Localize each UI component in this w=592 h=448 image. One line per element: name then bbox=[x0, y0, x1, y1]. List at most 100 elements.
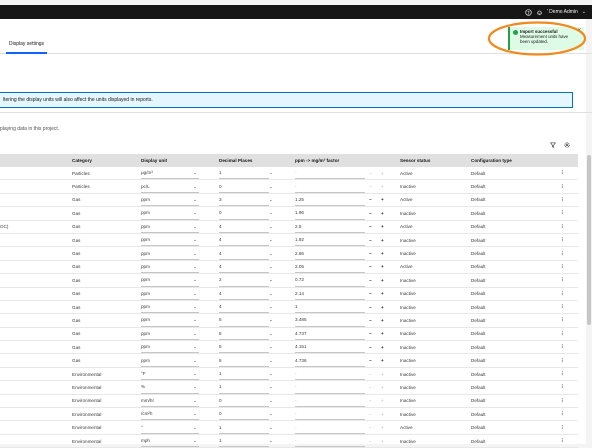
plus-icon[interactable]: + bbox=[381, 341, 385, 353]
overflow-menu-icon[interactable]: ⋮ bbox=[560, 395, 566, 407]
chevron-down-icon[interactable]: ⌄ bbox=[269, 234, 275, 246]
chevron-down-icon[interactable]: ⌄ bbox=[193, 180, 199, 192]
minus-icon[interactable]: − bbox=[369, 314, 373, 326]
factor-input[interactable]: - bbox=[295, 408, 365, 421]
header-display-unit[interactable]: Display unit bbox=[141, 154, 199, 167]
decimal-places-dropdown[interactable]: 3 bbox=[219, 194, 269, 207]
decimal-places-dropdown[interactable]: 5 bbox=[219, 314, 269, 327]
factor-input[interactable]: 2.86 bbox=[295, 247, 365, 260]
minus-icon[interactable]: − bbox=[369, 341, 373, 353]
chevron-down-icon[interactable]: ⌄ bbox=[193, 395, 199, 407]
plus-icon[interactable]: + bbox=[381, 421, 385, 433]
minus-icon[interactable]: − bbox=[369, 368, 373, 380]
minus-icon[interactable]: − bbox=[369, 421, 373, 433]
header-decimal-places[interactable]: Decimal Places bbox=[219, 154, 269, 167]
minus-icon[interactable]: − bbox=[369, 234, 373, 246]
minus-icon[interactable]: − bbox=[369, 301, 373, 313]
minus-icon[interactable]: − bbox=[369, 180, 373, 192]
plus-icon[interactable]: + bbox=[381, 180, 385, 192]
factor-input[interactable]: 2.05 bbox=[295, 261, 365, 274]
chevron-down-icon[interactable]: ⌄ bbox=[193, 247, 199, 259]
display-unit-dropdown[interactable]: ppm bbox=[141, 328, 199, 341]
chevron-down-icon[interactable]: ⌄ bbox=[582, 9, 586, 15]
decimal-places-dropdown[interactable]: 2 bbox=[219, 274, 269, 287]
chevron-down-icon[interactable]: ⌄ bbox=[269, 180, 275, 192]
header-sensor-status[interactable]: Sensor status bbox=[400, 154, 460, 167]
chevron-down-icon[interactable]: ⌄ bbox=[269, 221, 275, 233]
chevron-down-icon[interactable]: ⌄ bbox=[269, 207, 275, 219]
chevron-down-icon[interactable]: ⌄ bbox=[193, 328, 199, 340]
display-unit-dropdown[interactable]: % bbox=[141, 381, 199, 394]
help-icon[interactable] bbox=[525, 8, 532, 16]
chevron-down-icon[interactable]: ⌄ bbox=[269, 435, 275, 447]
overflow-menu-icon[interactable]: ⋮ bbox=[560, 194, 566, 206]
factor-input[interactable]: 2.5 bbox=[295, 221, 365, 233]
plus-icon[interactable]: + bbox=[381, 194, 385, 206]
display-unit-dropdown[interactable]: ppm bbox=[141, 274, 199, 287]
settings-icon[interactable] bbox=[564, 142, 570, 148]
chevron-down-icon[interactable]: ⌄ bbox=[193, 261, 199, 273]
chevron-down-icon[interactable]: ⌄ bbox=[269, 301, 275, 313]
chevron-down-icon[interactable]: ⌄ bbox=[193, 274, 199, 286]
factor-input[interactable]: 1.92 bbox=[295, 234, 365, 247]
factor-input[interactable]: - bbox=[295, 435, 365, 448]
plus-icon[interactable]: + bbox=[381, 314, 385, 326]
display-unit-dropdown[interactable]: ppm bbox=[141, 247, 199, 260]
decimal-places-dropdown[interactable]: 1 bbox=[219, 368, 269, 381]
plus-icon[interactable]: + bbox=[381, 207, 385, 219]
plus-icon[interactable]: + bbox=[381, 261, 385, 273]
chevron-down-icon[interactable]: ⌄ bbox=[193, 167, 199, 179]
minus-icon[interactable]: − bbox=[369, 274, 373, 286]
display-unit-dropdown[interactable]: mph bbox=[141, 435, 199, 448]
factor-input[interactable]: 1.96 bbox=[295, 207, 365, 220]
chevron-down-icon[interactable]: ⌄ bbox=[269, 194, 275, 206]
chevron-down-icon[interactable]: ⌄ bbox=[269, 368, 275, 380]
display-unit-dropdown[interactable]: mm/hr bbox=[141, 395, 199, 408]
decimal-places-dropdown[interactable]: 0 bbox=[219, 180, 269, 193]
chevron-down-icon[interactable]: ⌄ bbox=[193, 341, 199, 353]
plus-icon[interactable]: + bbox=[381, 221, 385, 233]
plus-icon[interactable]: + bbox=[381, 381, 385, 393]
header-category[interactable]: Category bbox=[72, 154, 132, 167]
filter-icon[interactable] bbox=[550, 142, 556, 148]
factor-input[interactable]: - bbox=[295, 167, 365, 180]
decimal-places-dropdown[interactable]: 1 bbox=[219, 381, 269, 394]
notification-icon[interactable] bbox=[536, 9, 543, 16]
chevron-down-icon[interactable]: ⌄ bbox=[269, 395, 275, 407]
decimal-places-dropdown[interactable]: 4 bbox=[219, 234, 269, 247]
chevron-down-icon[interactable]: ⌄ bbox=[269, 421, 275, 433]
minus-icon[interactable]: − bbox=[369, 435, 373, 447]
chevron-down-icon[interactable]: ⌄ bbox=[269, 274, 275, 286]
chevron-down-icon[interactable]: ⌄ bbox=[269, 314, 275, 326]
decimal-places-dropdown[interactable]: 1 bbox=[219, 167, 269, 180]
factor-input[interactable]: - bbox=[295, 395, 365, 408]
chevron-down-icon[interactable]: ⌄ bbox=[193, 408, 199, 420]
factor-input[interactable]: 3.485 bbox=[295, 314, 365, 327]
overflow-menu-icon[interactable]: ⋮ bbox=[560, 408, 566, 420]
chevron-down-icon[interactable]: ⌄ bbox=[193, 194, 199, 206]
decimal-places-dropdown[interactable]: 4 bbox=[219, 247, 269, 260]
chevron-down-icon[interactable]: ⌄ bbox=[193, 221, 199, 233]
minus-icon[interactable]: − bbox=[369, 288, 373, 300]
chevron-down-icon[interactable]: ⌄ bbox=[269, 328, 275, 340]
display-unit-dropdown[interactable]: ppm bbox=[141, 221, 199, 233]
overflow-menu-icon[interactable]: ⋮ bbox=[560, 314, 566, 326]
decimal-places-dropdown[interactable]: 5 bbox=[219, 328, 269, 341]
decimal-places-dropdown[interactable]: 4 bbox=[219, 221, 269, 233]
chevron-down-icon[interactable]: ⌄ bbox=[193, 368, 199, 380]
decimal-places-dropdown[interactable]: 5 bbox=[219, 354, 269, 367]
minus-icon[interactable]: − bbox=[369, 408, 373, 420]
chevron-down-icon[interactable]: ⌄ bbox=[193, 234, 199, 246]
chevron-down-icon[interactable]: ⌄ bbox=[269, 354, 275, 366]
overflow-menu-icon[interactable]: ⋮ bbox=[560, 301, 566, 313]
chevron-down-icon[interactable]: ⌄ bbox=[269, 167, 275, 179]
overflow-menu-icon[interactable]: ⋮ bbox=[560, 180, 566, 192]
minus-icon[interactable]: − bbox=[369, 354, 373, 366]
minus-icon[interactable]: − bbox=[369, 194, 373, 206]
display-unit-dropdown[interactable]: ppm bbox=[141, 207, 199, 220]
factor-input[interactable]: - bbox=[295, 421, 365, 434]
chevron-down-icon[interactable]: ⌄ bbox=[269, 341, 275, 353]
display-unit-dropdown[interactable]: ppm bbox=[141, 234, 199, 247]
overflow-menu-icon[interactable]: ⋮ bbox=[560, 381, 566, 393]
factor-input[interactable]: 0.72 bbox=[295, 274, 365, 287]
